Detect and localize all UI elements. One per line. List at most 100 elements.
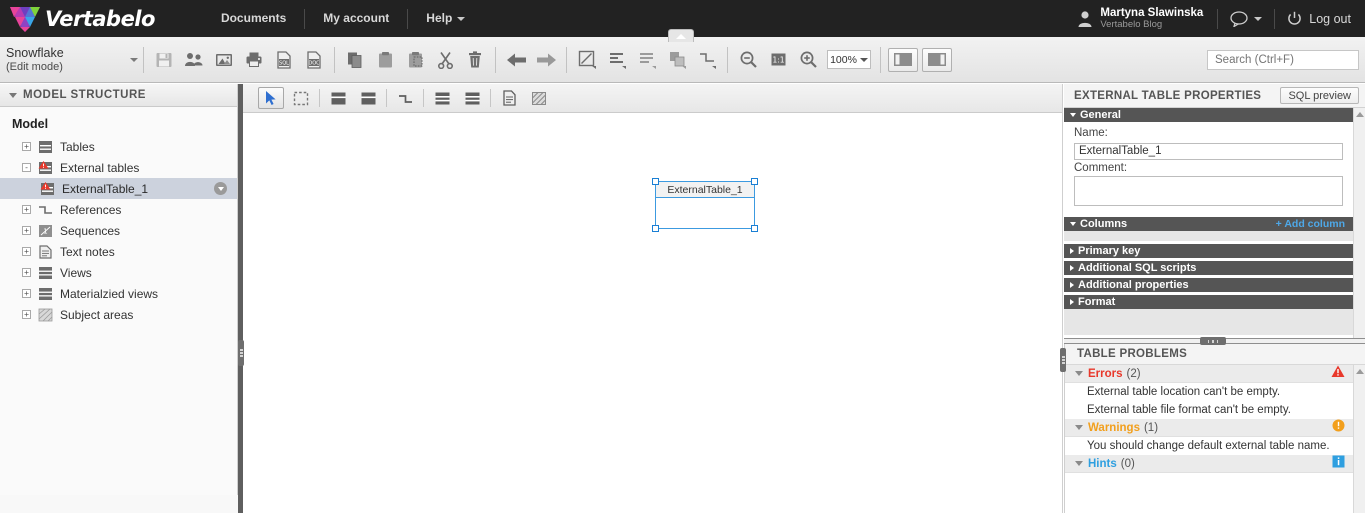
tree-item-menu-button[interactable] [214,182,227,195]
logout-button[interactable]: Log out [1275,11,1365,26]
paste-button[interactable] [370,45,400,75]
model-selector[interactable]: Snowflake (Edit mode) [0,38,138,82]
section-header-additional-sql-scripts[interactable]: Additional SQL scripts [1064,260,1353,275]
chat-menu-button[interactable] [1218,10,1274,27]
undo-button[interactable] [501,45,531,75]
expander-toggle[interactable]: + [22,205,31,214]
problem-item[interactable]: External table location can't be empty. [1065,383,1365,401]
user-menu[interactable]: Martyna Slawinska Vertabelo Blog [1077,7,1217,31]
add-materialized-view-tool-button[interactable] [459,87,485,109]
problems-splitter-handle[interactable] [1060,348,1066,372]
add-external-table-tool-button[interactable] [355,87,381,109]
sql-preview-button[interactable]: SQL preview [1280,87,1359,104]
add-subject-area-tool-button[interactable] [526,87,552,109]
expander-toggle[interactable]: + [22,310,31,319]
delete-button[interactable] [460,45,490,75]
cut-button[interactable] [430,45,460,75]
collapse-toolbar-tab[interactable] [668,29,694,42]
toolbar-divider [566,46,567,73]
pointer-tool-button[interactable] [258,87,284,109]
expander-toggle[interactable]: + [22,289,31,298]
search-input[interactable] [1213,52,1353,67]
align-button[interactable] [602,45,632,75]
left-splitter-handle[interactable] [238,340,244,366]
redo-button[interactable] [531,45,561,75]
problems-group-hints[interactable]: Hints (0) [1065,455,1365,473]
brand-logo[interactable]: Vertabelo [8,5,155,33]
arrange-button[interactable] [662,45,692,75]
add-view-tool-button[interactable] [429,87,455,109]
generate-doc-button[interactable]: DOC [299,45,329,75]
grip-dots-icon [1061,355,1065,365]
share-button[interactable] [179,45,209,75]
distribute-button[interactable] [632,45,662,75]
toggle-right-panel-button[interactable] [922,47,952,72]
expander-toggle[interactable]: + [22,142,31,151]
tree-item-materialized-views[interactable]: + Materialzied views [0,283,237,304]
toggle-left-panel-button[interactable] [888,47,918,72]
resize-handle-bottom-left[interactable] [652,225,659,232]
add-reference-tool-button[interactable] [392,87,418,109]
section-header-primary-key[interactable]: Primary key [1064,243,1353,258]
paste-special-button[interactable] [400,45,430,75]
diagram-surface[interactable]: ExternalTable_1 [243,113,1062,513]
section-header-additional-properties[interactable]: Additional properties [1064,277,1353,292]
add-column-button[interactable]: + Add column [1276,218,1345,230]
edit-style-button[interactable] [572,45,602,75]
add-text-note-tool-button[interactable] [496,87,522,109]
nav-documents[interactable]: Documents [203,0,304,37]
expander-toggle[interactable]: + [22,247,31,256]
model-mode: (Edit mode) [6,61,63,74]
problem-item[interactable]: External table file format can't be empt… [1065,401,1365,419]
zoom-actual-button[interactable]: 1:1 [763,45,793,75]
tree-item-label: Subject areas [60,307,134,322]
save-button[interactable] [149,45,179,75]
generate-sql-button[interactable]: SQL [269,45,299,75]
copy-button[interactable] [340,45,370,75]
zoom-in-button[interactable] [793,45,823,75]
tree-item-references[interactable]: + References [0,199,237,220]
zoom-level-select[interactable]: 100% [827,50,871,69]
external-table-shape[interactable]: ExternalTable_1 [652,178,758,232]
name-input[interactable] [1074,142,1343,160]
model-structure-header[interactable]: MODEL STRUCTURE [0,84,237,107]
print-button[interactable] [239,45,269,75]
tree-item-sequences[interactable]: + 1 Sequences [0,220,237,241]
section-header-general[interactable]: General [1064,108,1353,122]
problems-scrollbar[interactable] [1353,365,1365,513]
arrange-icon [669,52,686,69]
section-header-columns[interactable]: Columns + Add column [1064,216,1353,231]
tree-item-text-notes[interactable]: + Text notes [0,241,237,262]
tree-item-externaltable-1[interactable]: ExternalTable_1 [0,178,237,199]
expander-toggle[interactable]: + [22,268,31,277]
marquee-select-tool-button[interactable] [288,87,314,109]
problems-group-errors[interactable]: Errors (2) [1065,365,1365,383]
export-image-button[interactable] [209,45,239,75]
resize-handle-top-right[interactable] [751,178,758,185]
nav-my-account[interactable]: My account [305,0,407,37]
add-table-tool-button[interactable] [325,87,351,109]
comment-textarea[interactable] [1074,175,1343,206]
tree-item-subject-areas[interactable]: + Subject areas [0,304,237,325]
properties-scrollbar[interactable] [1353,108,1365,349]
expander-toggle[interactable]: - [22,163,31,172]
scroll-up-button[interactable] [1354,108,1365,120]
tree-root-model[interactable]: Model [0,117,237,131]
panels-splitter-handle[interactable] [1200,337,1226,345]
problem-item[interactable]: You should change default external table… [1065,437,1365,455]
tree-item-external-tables[interactable]: - External tables [0,157,237,178]
search-box[interactable] [1207,49,1359,70]
resize-handle-top-left[interactable] [652,178,659,185]
tree-item-tables[interactable]: + Tables [0,136,237,157]
tree-item-views[interactable]: + Views [0,262,237,283]
zoom-out-button[interactable] [733,45,763,75]
section-header-format[interactable]: Format [1064,294,1353,309]
resize-handle-bottom-right[interactable] [751,225,758,232]
expander-toggle[interactable]: + [22,226,31,235]
export-image-icon [216,53,232,66]
problems-group-warnings[interactable]: Warnings (1) [1065,419,1365,437]
reference-style-button[interactable] [692,45,722,75]
scroll-up-button[interactable] [1354,365,1365,377]
left-splitter[interactable] [238,84,243,513]
nav-help[interactable]: Help [408,0,483,37]
